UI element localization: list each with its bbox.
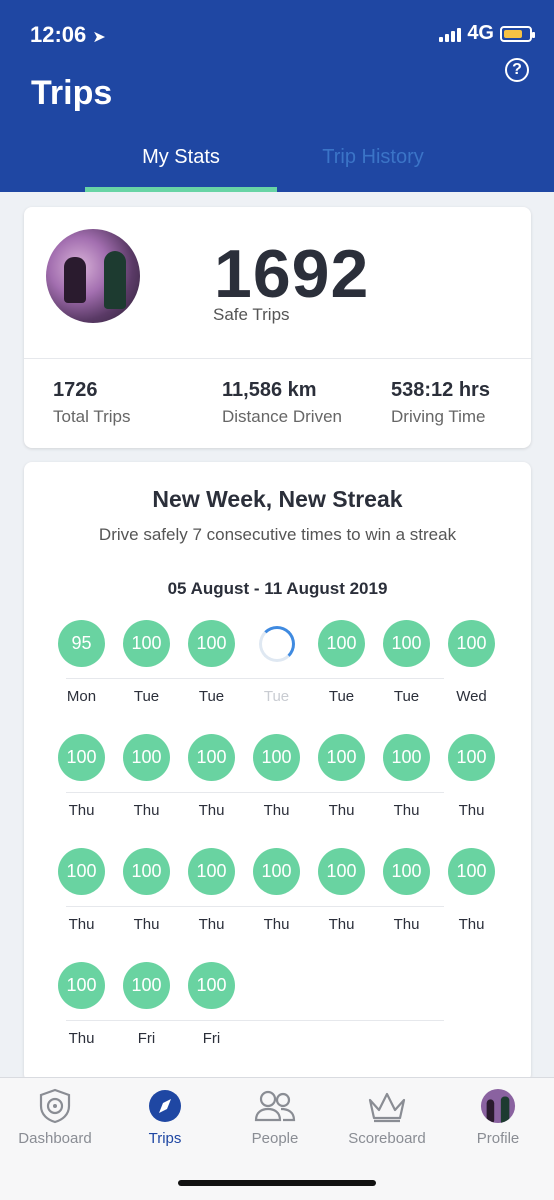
- page-title: Trips: [31, 74, 113, 112]
- trip-score[interactable]: 100: [123, 620, 170, 667]
- stat-label: Distance Driven: [222, 407, 342, 426]
- trip-day-label: Thu: [263, 802, 290, 819]
- trip-score[interactable]: 100: [448, 848, 495, 895]
- trip-day-label: Fri: [202, 1030, 221, 1047]
- trip-score[interactable]: 95: [58, 620, 105, 667]
- safe-trips-label: Safe Trips: [213, 305, 290, 324]
- status-indicators: 4G: [439, 22, 535, 45]
- trip-day-label: Fri: [137, 1030, 156, 1047]
- trip-score[interactable]: 100: [188, 620, 235, 667]
- trip-day-label: Thu: [458, 916, 485, 933]
- crown-icon: [368, 1092, 406, 1123]
- nav-people[interactable]: People: [220, 1088, 330, 1147]
- trip-day-label: Thu: [263, 916, 290, 933]
- row-divider: [66, 906, 444, 907]
- trip-score[interactable]: 100: [253, 848, 300, 895]
- trip-score[interactable]: 100: [383, 620, 430, 667]
- divider: [24, 358, 531, 359]
- nav-scoreboard[interactable]: Scoreboard: [332, 1088, 442, 1147]
- trip-score[interactable]: 100: [123, 734, 170, 781]
- nav-label: Dashboard: [18, 1130, 92, 1147]
- stat-value: 11,586 km: [222, 379, 317, 401]
- trip-score[interactable]: 100: [383, 848, 430, 895]
- trip-score[interactable]: 100: [58, 734, 105, 781]
- avatar[interactable]: [46, 229, 140, 323]
- nav-label: Profile: [476, 1130, 520, 1147]
- home-indicator: [178, 1180, 376, 1186]
- trip-score[interactable]: 100: [448, 620, 495, 667]
- nav-label: Trips: [148, 1130, 182, 1147]
- trip-day-label: Thu: [133, 916, 160, 933]
- trip-loading-spinner: [258, 625, 295, 662]
- tab-my-stats[interactable]: My Stats: [85, 146, 277, 169]
- streak-subtitle: Drive safely 7 consecutive times to win …: [98, 525, 457, 544]
- row-divider: [66, 792, 444, 793]
- trip-score[interactable]: 100: [318, 620, 365, 667]
- trip-day-label: Tue: [393, 688, 420, 705]
- stat-total-trips: 1726 Total Trips: [53, 379, 130, 427]
- trip-day-label: Thu: [68, 1030, 95, 1047]
- trip-day-label: Thu: [458, 802, 485, 819]
- tab-trip-history[interactable]: Trip History: [277, 146, 469, 169]
- streak-date-range: 05 August - 11 August 2019: [167, 579, 388, 598]
- nav-dashboard[interactable]: Dashboard: [0, 1088, 110, 1147]
- header: 12:06 ➤ 4G ? Trips My Stats Trip History: [0, 0, 554, 192]
- trip-score[interactable]: 100: [58, 848, 105, 895]
- trip-day-label: Tue: [133, 688, 160, 705]
- avatar-icon: [480, 1088, 516, 1124]
- safe-trips-count: 1692: [214, 236, 370, 312]
- stat-driving-time: 538:12 hrs Driving Time: [391, 379, 490, 427]
- stat-value: 538:12 hrs: [391, 379, 490, 401]
- trip-score[interactable]: 100: [253, 734, 300, 781]
- nav-label: People: [251, 1130, 299, 1147]
- trip-score[interactable]: 100: [188, 848, 235, 895]
- time-text: 12:06: [30, 22, 87, 47]
- trip-day-label: Thu: [393, 916, 420, 933]
- nav-profile[interactable]: Profile: [443, 1088, 553, 1147]
- trip-day-label: Thu: [393, 802, 420, 819]
- compass-icon: [149, 1090, 181, 1122]
- trip-day-label: Thu: [133, 802, 160, 819]
- active-tab-indicator: [85, 187, 277, 192]
- stat-value: 1726: [53, 379, 98, 401]
- trip-day-label: Tue: [263, 688, 290, 705]
- trip-day-label: Tue: [328, 688, 355, 705]
- trip-day-label: Thu: [68, 802, 95, 819]
- stat-distance-driven: 11,586 km Distance Driven: [222, 379, 342, 427]
- help-button[interactable]: ?: [505, 58, 529, 82]
- trip-day-label: Thu: [328, 916, 355, 933]
- trip-score[interactable]: 100: [448, 734, 495, 781]
- trip-score[interactable]: 100: [58, 962, 105, 1009]
- status-time: 12:06 ➤: [30, 22, 106, 48]
- trip-score[interactable]: 100: [123, 962, 170, 1009]
- battery-icon: [500, 25, 535, 42]
- stat-label: Total Trips: [53, 407, 131, 426]
- row-divider: [66, 678, 444, 679]
- network-type: 4G: [467, 22, 494, 44]
- streak-title: New Week, New Streak: [152, 486, 403, 512]
- people-icon: [254, 1090, 296, 1122]
- trip-score[interactable]: 100: [123, 848, 170, 895]
- trip-day-label: Thu: [198, 916, 225, 933]
- trip-day-label: Thu: [198, 802, 225, 819]
- stats-card: 1692 Safe Trips 1726 Total Trips 11,586 …: [24, 207, 531, 448]
- streak-card: New Week, New Streak Drive safely 7 cons…: [24, 462, 531, 1082]
- stat-label: Driving Time: [391, 407, 486, 426]
- trip-score[interactable]: 100: [318, 734, 365, 781]
- nav-label: Scoreboard: [348, 1130, 426, 1147]
- trip-score[interactable]: 100: [188, 962, 235, 1009]
- trip-day-label: Mon: [66, 688, 97, 705]
- trip-day-label: Thu: [328, 802, 355, 819]
- trip-day-label: Tue: [198, 688, 225, 705]
- trip-score[interactable]: 100: [188, 734, 235, 781]
- trip-day-label: Wed: [456, 688, 487, 705]
- nav-trips[interactable]: Trips: [110, 1088, 220, 1147]
- row-divider: [66, 1020, 444, 1021]
- trip-score[interactable]: 100: [383, 734, 430, 781]
- shield-steering-icon: [39, 1088, 71, 1124]
- trip-day-label: Thu: [68, 916, 95, 933]
- signal-icon: [439, 26, 462, 42]
- trip-score[interactable]: 100: [318, 848, 365, 895]
- location-arrow-icon: ➤: [92, 29, 106, 46]
